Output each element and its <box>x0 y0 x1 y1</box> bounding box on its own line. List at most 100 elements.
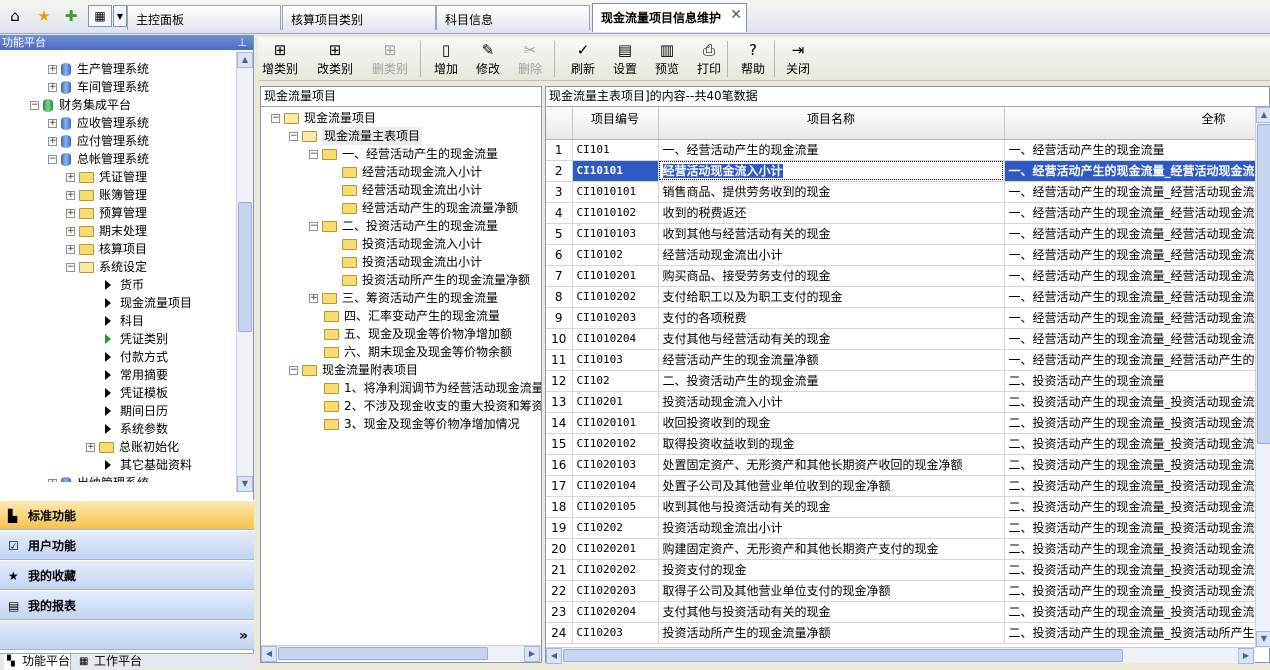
expand-icon[interactable]: + <box>66 208 75 218</box>
item-code[interactable]: CI10102 <box>572 244 659 266</box>
item-code[interactable]: CI1020203 <box>572 580 659 602</box>
scroll-down-icon[interactable]: ▼ <box>237 476 253 492</box>
category-tree-item[interactable]: + 三、筹资活动产生的现金流量 <box>309 289 498 307</box>
table-row[interactable]: 11 CI10103 经营活动产生的现金流量净额 一、经营活动产生的现金流量_经营活动… <box>546 349 1257 371</box>
expand-icon[interactable]: + <box>66 190 75 200</box>
item-full-name[interactable]: 一、经营活动产生的现金流量_经营活动现金流出小计_购买商品、接受劳务支付的现金 <box>1004 265 1257 287</box>
item-full-name[interactable]: 二、投资活动产生的现金流量_投资活动所产生的现金流量净额 <box>1004 622 1257 644</box>
category-tree-item[interactable]: 投资活动现金流入小计 <box>327 235 482 253</box>
item-name[interactable]: 收到的税费返还 <box>658 202 1005 224</box>
top-tab-1[interactable]: 主控面板 <box>127 5 281 30</box>
scroll-right-icon[interactable]: ▶ <box>524 646 540 662</box>
category-tree-item[interactable]: − 二、投资活动产生的现金流量 <box>309 217 498 235</box>
category-tree-item[interactable]: 四、汇率变动产生的现金流量 <box>309 307 500 325</box>
grid-scroll-down-icon[interactable]: ▼ <box>1256 631 1270 647</box>
category-tree-item[interactable]: 经营活动现金流入小计 <box>327 163 482 181</box>
item-code[interactable]: CI1010103 <box>572 223 659 245</box>
refresh-button[interactable]: ✓ 刷新 <box>561 37 605 81</box>
item-name[interactable]: 一、经营活动产生的现金流量 <box>658 139 1005 161</box>
favorite-star-icon[interactable]: ★ <box>33 5 55 27</box>
category-tree-item[interactable]: 3、现金及现金等价物净增加情况 <box>309 415 520 433</box>
category-tree-item[interactable]: 投资活动现金流出小计 <box>327 253 482 271</box>
item-name[interactable]: 购买商品、接受劳务支付的现金 <box>658 265 1005 287</box>
function-tree-scrollbar[interactable]: ▲ ▼ <box>236 52 253 492</box>
item-code[interactable]: CI10201 <box>572 391 659 413</box>
item-code[interactable]: CI1020101 <box>572 412 659 434</box>
category-tree-item[interactable]: 1、将净利润调节为经营活动现金流量 <box>309 379 541 397</box>
collapse-icon[interactable]: − <box>289 365 298 375</box>
collapse-icon[interactable]: − <box>271 113 280 123</box>
top-tab-4[interactable]: 现金流量项目信息维护 ✕ <box>592 3 747 32</box>
item-name[interactable]: 支付的各项税费 <box>658 307 1005 329</box>
category-tree-item[interactable]: 五、现金及现金等价物净增加额 <box>309 325 512 343</box>
top-tab-2[interactable]: 核算项目类别 <box>282 5 436 30</box>
more-chevron-icon[interactable]: » <box>239 621 248 651</box>
top-tab-3[interactable]: 科目信息 <box>436 5 590 30</box>
table-row[interactable]: 12 CI102 二、投资活动产生的现金流量 二、投资活动产生的现金流量 <box>546 370 1257 392</box>
grid-header-col[interactable]: 项目编号 <box>572 107 659 140</box>
function-tree-item[interactable]: + 生产管理系统 <box>48 60 149 78</box>
item-full-name[interactable]: 一、经营活动产生的现金流量 <box>1004 139 1257 161</box>
help-button[interactable]: ? 帮助 <box>731 37 775 81</box>
item-code[interactable]: CI1020104 <box>572 475 659 497</box>
function-tree-item[interactable]: + 出纳管理系统 <box>48 474 149 482</box>
table-row[interactable]: 3 CI1010101 销售商品、提供劳务收到的现金 一、经营活动产生的现金流量_经营… <box>546 181 1257 203</box>
item-code[interactable]: CI1020202 <box>572 559 659 581</box>
bottom-tab-2[interactable]: ▦ 工作平台 <box>76 654 142 670</box>
item-code[interactable]: CI102 <box>572 370 659 392</box>
item-name[interactable]: 处置子公司及其他营业单位收到的现金净额 <box>658 475 1005 497</box>
table-row[interactable]: 10 CI1010204 支付其他与经营活动有关的现金 一、经营活动产生的现金流量_经… <box>546 328 1257 350</box>
grid-scroll-thumb[interactable] <box>1257 124 1270 444</box>
item-name[interactable]: 经营活动产生的现金流量净额 <box>658 349 1005 371</box>
item-name[interactable]: 销售商品、提供劳务收到的现金 <box>658 181 1005 203</box>
category-tree-item[interactable]: 2、不涉及现金收支的重大投资和筹资 <box>309 397 541 415</box>
expand-icon[interactable]: + <box>48 136 57 146</box>
more-sections-row[interactable]: » <box>0 620 254 650</box>
grid-hscroll-thumb[interactable] <box>563 649 1123 662</box>
table-row[interactable]: 7 CI1010201 购买商品、接受劳务支付的现金 一、经营活动产生的现金流量_经营… <box>546 265 1257 287</box>
table-row[interactable]: 23 CI1020204 支付其他与投资活动有关的现金 二、投资活动产生的现金流量_投… <box>546 601 1257 623</box>
grid-scroll-right-icon[interactable]: ▶ <box>1238 648 1254 664</box>
item-full-name[interactable]: 二、投资活动产生的现金流量_投资活动现金流入小计_处置固定资产、无形资产和其他长… <box>1004 454 1257 476</box>
item-name[interactable]: 经营活动现金流出小计 <box>658 244 1005 266</box>
grid-header-col[interactable]: 全称 <box>1004 107 1257 140</box>
function-tree-item[interactable]: 科目 <box>86 312 144 330</box>
function-tree-item[interactable]: + 车间管理系统 <box>48 78 149 96</box>
table-row[interactable]: 21CI1020202投资支付的现金 二、投资活动产生的现金流量_投资活动现金流出… <box>546 559 1257 581</box>
print-button[interactable]: ⎙ 打印 <box>687 37 731 81</box>
item-name[interactable]: 收到其他与经营活动有关的现金 <box>658 223 1005 245</box>
category-tree-item[interactable]: − 现金流量附表项目 <box>289 361 418 379</box>
table-row[interactable]: 15 CI1020102 取得投资收益收到的现金 二、投资活动产生的现金流量_投资活动… <box>546 433 1257 455</box>
item-full-name[interactable]: 一、经营活动产生的现金流量_经营活动产生的现金流量净额 <box>1004 349 1257 371</box>
collapse-icon[interactable]: − <box>48 154 57 164</box>
category-tree-item[interactable]: − 一、经营活动产生的现金流量 <box>309 145 498 163</box>
function-tree-item[interactable]: 期间日历 <box>86 402 168 420</box>
category-tree-item[interactable]: 六、期末现金及现金等价物余额 <box>309 343 512 361</box>
expand-icon[interactable]: + <box>66 226 75 236</box>
window-grid-icon[interactable]: ▦ <box>88 5 112 27</box>
item-name[interactable]: 支付其他与投资活动有关的现金 <box>658 601 1005 623</box>
function-tree-item[interactable]: 其它基础资料 <box>86 456 192 474</box>
grid-scroll-left-icon[interactable]: ◀ <box>546 648 562 664</box>
category-tree-item[interactable]: 经营活动产生的现金流量净额 <box>327 199 518 217</box>
function-tree-item[interactable]: 凭证类别 <box>86 330 168 348</box>
item-name[interactable]: 购建固定资产、无形资产和其他长期资产支付的现金 <box>658 538 1005 560</box>
item-code[interactable]: CI10203 <box>572 622 659 644</box>
table-row[interactable]: 14 CI1020101 收回投资收到的现金 二、投资活动产生的现金流量_投资活动现金… <box>546 412 1257 434</box>
item-name[interactable]: 投资活动所产生的现金流量净额 <box>658 622 1005 644</box>
item-full-name[interactable]: 二、投资活动产生的现金流量_投资活动现金流出小计 <box>1004 517 1257 539</box>
item-full-name[interactable]: 二、投资活动产生的现金流量_投资活动现金流入小计_收到其他与投资活动有关的现金 <box>1004 496 1257 518</box>
category-tree-item[interactable]: − 现金流量主表项目 <box>289 127 423 145</box>
item-name[interactable]: 支付给职工以及为职工支付的现金 <box>658 286 1005 308</box>
edit-category-button[interactable]: ⊞ 改类别 <box>313 37 357 81</box>
item-name[interactable]: 处置固定资产、无形资产和其他长期资产收回的现金净额 <box>658 454 1005 476</box>
function-tree-item[interactable]: + 预算管理 <box>66 204 147 222</box>
item-full-name[interactable]: 一、经营活动产生的现金流量_经营活动现金流入小计_收到的税费返还 <box>1004 202 1257 224</box>
table-row[interactable]: 17 CI1020104 处置子公司及其他营业单位收到的现金净额 二、投资活动产生的现… <box>546 475 1257 497</box>
expand-icon[interactable]: + <box>48 64 57 74</box>
function-tree-item[interactable]: + 应收管理系统 <box>48 114 149 132</box>
function-tree-item[interactable]: 凭证模板 <box>86 384 168 402</box>
close-button[interactable]: ⇥ 关闭 <box>776 37 820 81</box>
table-row[interactable]: 20 CI1020201 购建固定资产、无形资产和其他长期资产支付的现金 二、投资活动… <box>546 538 1257 560</box>
collapse-icon[interactable]: − <box>66 262 75 272</box>
